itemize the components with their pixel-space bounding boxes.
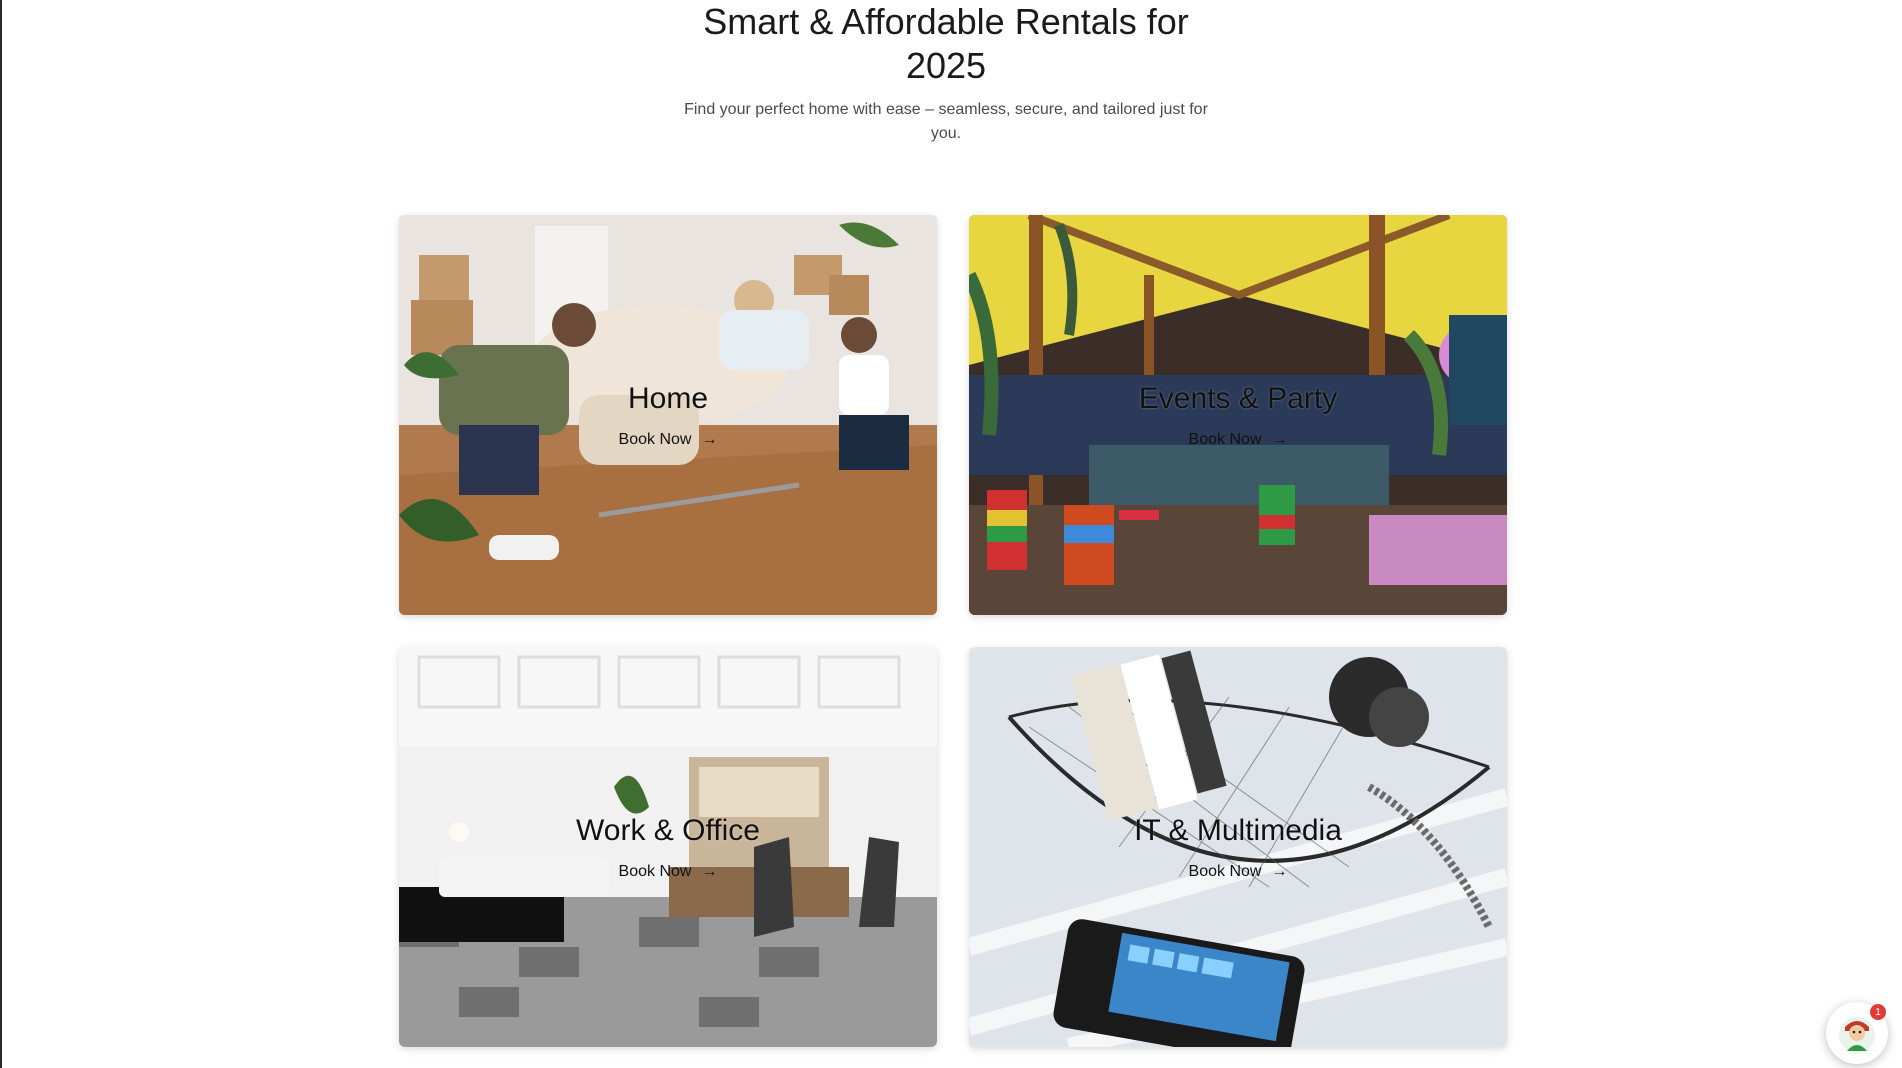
category-card-office[interactable]: Work & Office Book Now →: [399, 647, 937, 1047]
card-title: Events & Party: [1138, 382, 1338, 415]
book-now-link[interactable]: Book Now →: [619, 431, 718, 449]
arrow-right-icon: →: [1271, 431, 1288, 448]
page-title: Smart & Affordable Rentals for 2025: [703, 1, 1189, 86]
book-now-label: Book Now: [618, 863, 692, 880]
arrow-right-icon: →: [701, 431, 718, 448]
card-title: Home: [627, 382, 709, 415]
book-now-label: Book Now: [1188, 431, 1262, 448]
office-card-overlay: Work & Office Book Now →: [399, 647, 937, 1047]
card-title: Work & Office: [576, 814, 760, 847]
category-card-events[interactable]: Events & Party Book Now →: [969, 215, 1507, 615]
events-card-overlay: Events & Party Book Now →: [969, 215, 1507, 615]
it-card-overlay: IT & Multimedia Book Now →: [969, 647, 1507, 1047]
category-card-home[interactable]: Home Book Now →: [399, 215, 937, 615]
book-now-link[interactable]: Book Now →: [1189, 863, 1288, 881]
notification-badge: 1: [1870, 1004, 1886, 1020]
arrow-right-icon: →: [1271, 863, 1288, 880]
category-card-it[interactable]: IT & Multimedia Book Now →: [969, 647, 1507, 1047]
hero-section: Smart & Affordable Rentals for 2025 Find…: [0, 0, 1902, 146]
chat-assistant-button[interactable]: 1: [1826, 1002, 1888, 1064]
book-now-link[interactable]: Book Now →: [1189, 431, 1288, 449]
card-title: IT & Multimedia: [1134, 814, 1342, 847]
book-now-label: Book Now: [1188, 863, 1262, 880]
home-card-overlay: Home Book Now →: [399, 215, 937, 615]
arrow-right-icon: →: [701, 863, 718, 880]
book-now-label: Book Now: [618, 431, 692, 448]
page-left-border: [0, 0, 2, 1068]
page-subtitle: Find your perfect home with ease – seaml…: [684, 101, 1208, 142]
book-now-link[interactable]: Book Now →: [619, 863, 718, 881]
